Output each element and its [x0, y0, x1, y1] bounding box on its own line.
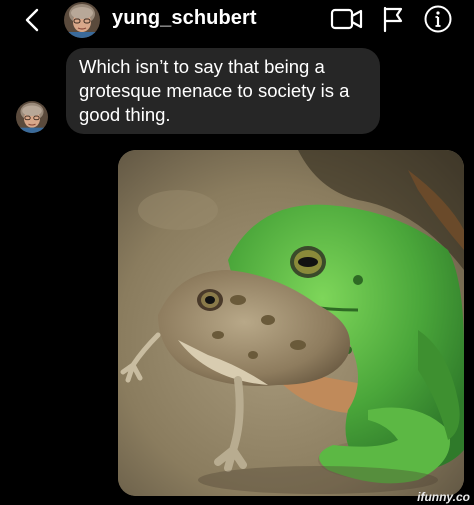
- message-text: Which isn’t to say that being a grotesqu…: [79, 56, 350, 125]
- video-call-button[interactable]: [330, 5, 364, 33]
- video-camera-icon: [330, 8, 363, 30]
- frog-photo: [118, 150, 464, 496]
- header-avatar[interactable]: [64, 2, 100, 38]
- dm-thread-screen: yung_schubert Which isn’t to say that be…: [0, 0, 474, 505]
- chevron-left-icon: [25, 8, 39, 32]
- username[interactable]: yung_schubert: [112, 7, 257, 30]
- chat-header: yung_schubert: [0, 0, 474, 44]
- info-icon: [424, 5, 452, 33]
- avatar-photo: [64, 2, 100, 38]
- info-button[interactable]: [423, 4, 453, 34]
- watermark: ifunny.co: [417, 490, 470, 504]
- report-button[interactable]: [381, 5, 405, 33]
- flag-icon: [383, 6, 403, 33]
- shared-photo[interactable]: [118, 150, 464, 496]
- back-button[interactable]: [20, 6, 44, 34]
- avatar-photo: [16, 101, 48, 133]
- message-bubble[interactable]: Which isn’t to say that being a grotesqu…: [66, 48, 380, 134]
- sender-avatar[interactable]: [16, 101, 48, 133]
